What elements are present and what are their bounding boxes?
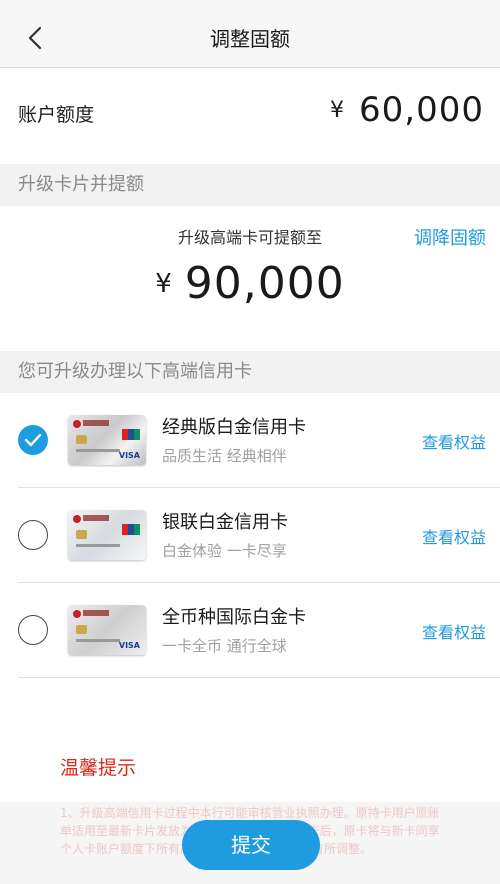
upgrade-limit-value: ¥90,000: [0, 258, 500, 309]
currency-symbol: ¥: [155, 269, 173, 299]
nav-bar: 调整固额: [0, 6, 500, 68]
card-image: VISA: [68, 415, 146, 465]
upgrade-limit-amount: 90,000: [184, 258, 345, 309]
upgrade-panel: 升级高端卡可提额至 调降固额 ¥90,000: [0, 206, 500, 352]
account-limit-amount: 60,000: [359, 90, 484, 130]
view-benefits-link[interactable]: 查看权益: [422, 429, 486, 453]
upgrade-section-header: 升级卡片并提额: [0, 164, 500, 206]
bottom-action-bar: 1、升级高端信用卡过程中本行可能审核营业执照办理。原持卡用户原账单适用至最新卡片…: [0, 802, 500, 884]
chip-icon: [76, 530, 87, 539]
bank-logo-icon: [73, 420, 81, 428]
card-subtitle: 白金体验 一卡尽享: [162, 542, 287, 560]
currency-symbol: ¥: [330, 98, 346, 123]
account-limit-row: 账户额度 ¥60,000: [0, 68, 500, 164]
unionpay-logo-icon: [122, 524, 140, 535]
bank-logo-icon: [73, 515, 81, 523]
card-option-unionpay-platinum[interactable]: 银联白金信用卡 白金体验 一卡尽享 查看权益: [0, 488, 500, 583]
submit-button[interactable]: 提交: [182, 820, 320, 870]
radio-unchecked[interactable]: [18, 615, 48, 645]
card-list: VISA 经典版白金信用卡 品质生活 经典相伴 查看权益 银联白金信用卡 白金体…: [0, 393, 500, 678]
adjust-limit-page: 调整固额 账户额度 ¥60,000 升级卡片并提额 升级高端卡可提额至 调降固额…: [0, 0, 500, 884]
unionpay-logo-icon: [122, 429, 140, 440]
card-title: 银联白金信用卡: [162, 512, 288, 533]
visa-logo-icon: VISA: [118, 451, 140, 460]
chip-icon: [76, 435, 87, 444]
chip-icon: [76, 625, 87, 634]
card-title: 全币种国际白金卡: [162, 607, 306, 628]
tips-title: 温馨提示: [60, 757, 137, 779]
radio-unchecked[interactable]: [18, 520, 48, 550]
card-image: VISA: [68, 605, 146, 655]
card-subtitle: 一卡全币 通行全球: [162, 637, 287, 655]
visa-logo-icon: VISA: [118, 641, 140, 650]
view-benefits-link[interactable]: 查看权益: [422, 619, 486, 643]
radio-checked[interactable]: [18, 425, 48, 455]
card-option-all-currency-platinum[interactable]: VISA 全币种国际白金卡 一卡全币 通行全球 查看权益: [0, 583, 500, 678]
card-title: 经典版白金信用卡: [162, 417, 306, 438]
card-image: [68, 510, 146, 560]
account-limit-value: ¥60,000: [330, 90, 484, 130]
divider: [18, 677, 500, 678]
cards-section-header: 您可升级办理以下高端信用卡: [0, 351, 500, 393]
card-subtitle: 品质生活 经典相伴: [162, 447, 287, 465]
view-benefits-link[interactable]: 查看权益: [422, 524, 486, 548]
account-limit-label: 账户额度: [18, 104, 95, 126]
reduce-limit-link[interactable]: 调降固额: [414, 224, 486, 250]
checkmark-icon: [24, 433, 42, 447]
page-title: 调整固额: [210, 27, 290, 51]
bank-logo-icon: [73, 610, 81, 618]
card-option-classic-platinum[interactable]: VISA 经典版白金信用卡 品质生活 经典相伴 查看权益: [0, 393, 500, 488]
